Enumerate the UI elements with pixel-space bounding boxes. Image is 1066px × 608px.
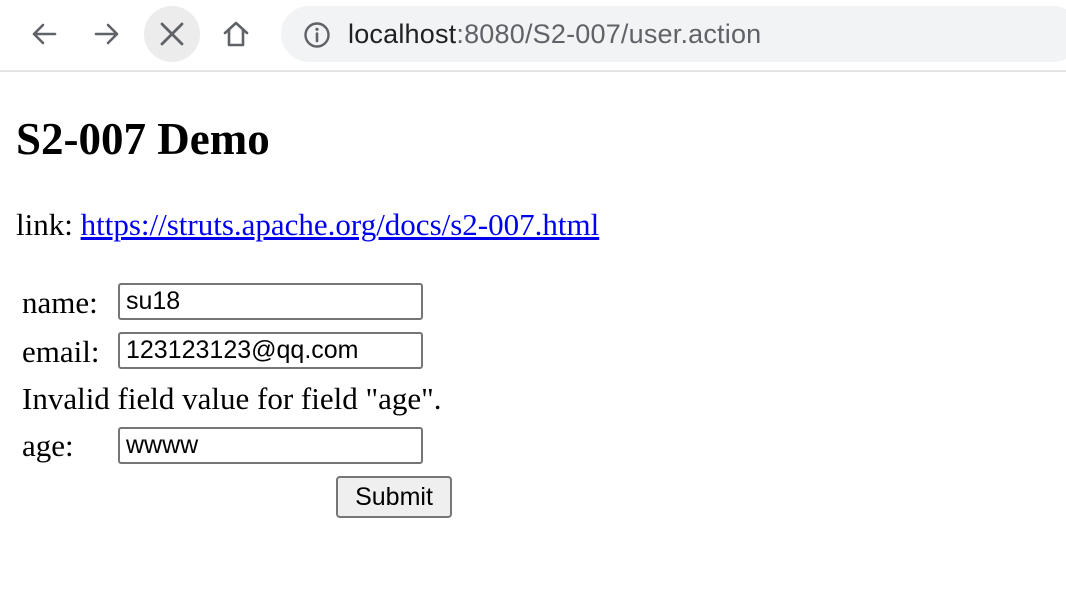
docs-link[interactable]: https://struts.apache.org/docs/s2-007.ht… <box>81 207 600 242</box>
arrow-right-icon <box>92 19 122 49</box>
name-label: name: <box>22 285 98 320</box>
home-button[interactable] <box>208 6 264 62</box>
stop-loading-button[interactable] <box>144 6 200 62</box>
submit-button[interactable]: Submit <box>336 476 452 518</box>
home-icon <box>221 19 251 49</box>
link-label: link: <box>16 207 73 242</box>
url-host: localhost <box>348 19 457 49</box>
name-field[interactable] <box>118 283 423 320</box>
page-title: S2-007 Demo <box>16 114 270 164</box>
address-bar[interactable]: localhost:8080/S2-007/user.action <box>281 6 1066 62</box>
arrow-left-icon <box>29 19 59 49</box>
age-error-message: Invalid field value for field "age". <box>22 381 442 416</box>
email-label: email: <box>22 334 100 369</box>
forward-button[interactable] <box>79 6 135 62</box>
info-icon[interactable] <box>303 21 331 54</box>
url-path: :8080/S2-007/user.action <box>456 19 762 49</box>
age-label: age: <box>22 428 74 463</box>
url-text[interactable]: localhost:8080/S2-007/user.action <box>348 19 761 50</box>
email-field[interactable] <box>118 332 423 369</box>
age-field[interactable] <box>118 427 423 464</box>
link-row: link: https://struts.apache.org/docs/s2-… <box>16 206 599 243</box>
back-button[interactable] <box>16 6 72 62</box>
browser-toolbar: localhost:8080/S2-007/user.action <box>0 0 1066 72</box>
close-icon <box>157 19 187 49</box>
